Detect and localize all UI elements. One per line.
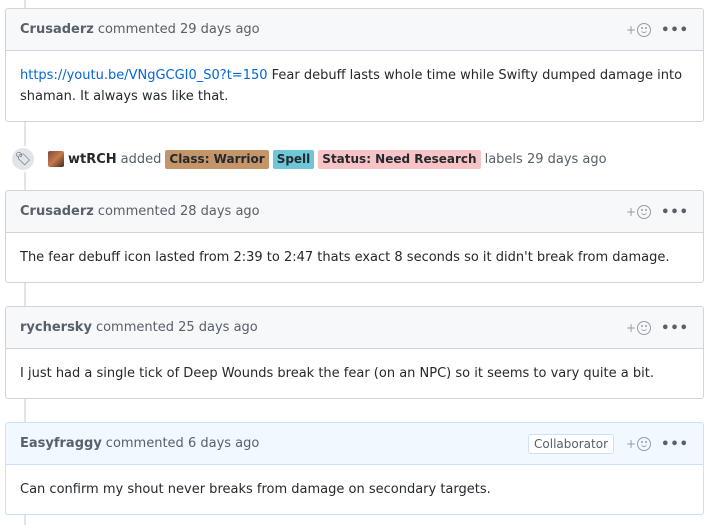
comment-timestamp[interactable]: commented 25 days ago [96, 320, 258, 335]
comment-body: Can confirm my shout never breaks from d… [6, 465, 703, 514]
comment-card: Crusaderz commented 28 days ago + ••• Th… [5, 190, 704, 283]
collaborator-badge: Collaborator [528, 434, 614, 454]
comment-header: rychersky commented 25 days ago + ••• [6, 307, 703, 349]
label-class-warrior[interactable]: Class: Warrior [165, 149, 269, 169]
comment-author[interactable]: Crusaderz [20, 204, 94, 219]
comment-author[interactable]: Crusaderz [20, 22, 94, 37]
comment-body: The fear debuff icon lasted from 2:39 to… [6, 233, 703, 282]
event-action: added [120, 151, 162, 167]
comment-text: I just had a single tick of Deep Wounds … [20, 366, 654, 381]
comment-card: Easyfraggy commented 6 days ago Collabor… [5, 422, 704, 515]
comment-actions: Collaborator + ••• [528, 423, 689, 465]
comment-actions: + ••• [626, 9, 689, 51]
add-reaction-button[interactable]: + [626, 205, 652, 219]
label-event: 🏷 wtRCH added Class: Warrior Spell Statu… [10, 144, 607, 174]
comment-header: Crusaderz commented 28 days ago + ••• [6, 191, 703, 233]
event-author[interactable]: wtRCH [68, 152, 117, 167]
comment-header: Crusaderz commented 29 days ago + ••• [6, 9, 703, 51]
add-reaction-button[interactable]: + [626, 321, 652, 335]
more-options-icon[interactable]: ••• [661, 321, 689, 336]
event-suffix: labels 29 days ago [484, 151, 607, 167]
smiley-icon [637, 205, 652, 219]
comment-actions: + ••• [626, 307, 689, 349]
comment-body: I just had a single tick of Deep Wounds … [6, 349, 703, 398]
comment-text: Can confirm my shout never breaks from d… [20, 482, 491, 497]
more-options-icon[interactable]: ••• [661, 437, 689, 452]
label-status-need-research[interactable]: Status: Need Research [318, 149, 481, 169]
comment-text: The fear debuff icon lasted from 2:39 to… [20, 250, 670, 265]
comment-header: Easyfraggy commented 6 days ago Collabor… [6, 423, 703, 465]
comment-card: rychersky commented 25 days ago + ••• I … [5, 306, 704, 399]
smiley-icon [637, 321, 652, 335]
comment-timestamp[interactable]: commented 6 days ago [106, 436, 260, 451]
comment-card: Crusaderz commented 29 days ago + ••• ht… [5, 8, 704, 122]
more-options-icon[interactable]: ••• [661, 205, 689, 220]
add-reaction-button[interactable]: + [626, 437, 652, 451]
label-spell[interactable]: Spell [272, 149, 315, 169]
more-options-icon[interactable]: ••• [661, 23, 689, 38]
video-link[interactable]: https://youtu.be/VNgGCGI0_S0?t=150 [20, 68, 268, 83]
comment-body: https://youtu.be/VNgGCGI0_S0?t=150 Fear … [6, 51, 703, 121]
comment-timestamp[interactable]: commented 28 days ago [98, 204, 260, 219]
add-reaction-button[interactable]: + [626, 23, 652, 37]
avatar[interactable] [48, 151, 64, 167]
smiley-icon [637, 437, 652, 451]
comment-author[interactable]: Easyfraggy [20, 436, 102, 451]
comment-author[interactable]: rychersky [20, 320, 92, 335]
smiley-icon [637, 23, 652, 37]
comment-actions: + ••• [626, 191, 689, 233]
comment-timestamp[interactable]: commented 29 days ago [98, 22, 260, 37]
tag-icon: 🏷 [10, 146, 36, 172]
